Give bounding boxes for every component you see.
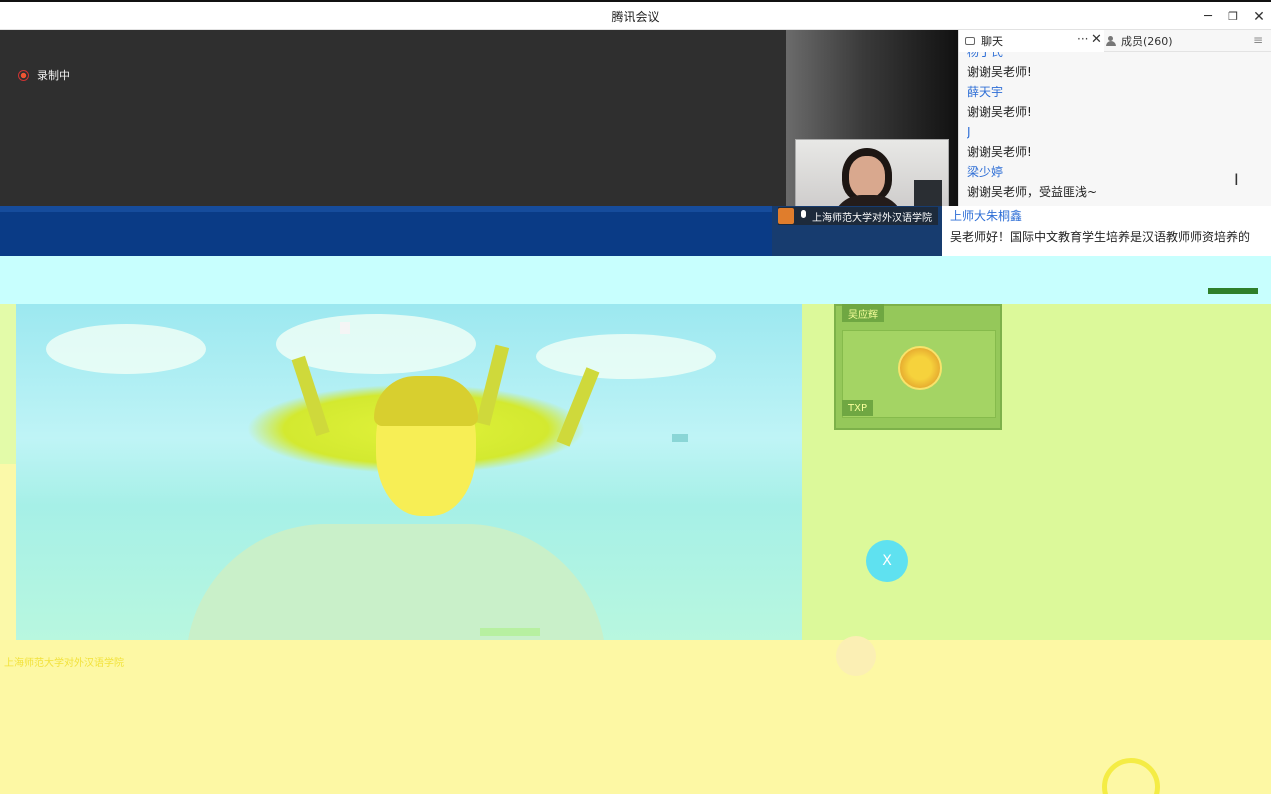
close-circle-button[interactable]: X <box>866 540 908 582</box>
chat-sender-name: 杨丁氏 <box>967 52 1004 59</box>
speaker-name-tag: 上海师范大学对外汉语学院 <box>778 207 938 225</box>
recording-indicator[interactable]: 录制中 <box>18 67 70 83</box>
cloud-shape <box>536 334 716 379</box>
close-chat-icon[interactable]: ✕ <box>1091 32 1102 47</box>
panel-tabs: 聊天 ··· ✕ 成员(260) ≡ <box>959 30 1271 52</box>
side-name-tag: 吴应辉 <box>842 304 884 322</box>
glitch-segment <box>1208 288 1258 294</box>
chat-message-text: 谢谢吴老师，受益匪浅~ <box>967 185 1098 199</box>
bottom-faded-label: 上海师范大学对外汉语学院 <box>4 658 124 669</box>
recording-label: 录制中 <box>37 69 70 82</box>
tencent-meeting-window: 腾讯会议 ─ ❐ ✕ 录制中 聊天 ··· ✕ 成员(260) ≡ 杨丁氏 谢谢… <box>0 0 1271 794</box>
text-cursor-icon: I <box>1234 170 1239 189</box>
tab-members[interactable]: 成员(260) <box>1106 30 1246 52</box>
participant-face <box>849 156 885 198</box>
main-video-area: 录制中 <box>0 30 786 206</box>
chat-message-text: 谢谢吴老师! <box>967 105 1032 119</box>
shared-video-scene <box>16 304 802 640</box>
chat-message-text: 谢谢吴老师! <box>967 145 1032 159</box>
shared-chat-text: 吴老师好！国际中文教育学生培养是汉语教师师资培养的 <box>950 230 1250 244</box>
glitch-bottom-area <box>0 640 1271 794</box>
glitch-band <box>0 256 1271 304</box>
chat-sender-name: 梁少婷 <box>967 165 1004 179</box>
tab-members-label: 成员(260) <box>1121 35 1173 48</box>
chat-icon <box>965 37 975 45</box>
shared-chat-sender: 上师大朱桐鑫 <box>950 209 1023 223</box>
glitch-segment <box>340 322 350 334</box>
speaker-name: 上海师范大学对外汉语学院 <box>812 212 932 224</box>
close-button[interactable]: ✕ <box>1248 7 1270 27</box>
cloud-shape <box>46 324 206 374</box>
chat-sender-name: 薛天宇 <box>967 85 1004 99</box>
shared-screen-band-edge <box>0 206 772 212</box>
thumbnail-wall-frame <box>914 180 942 207</box>
speaker-body-shape <box>186 524 606 640</box>
avatar-icon <box>778 208 794 224</box>
members-icon <box>1106 36 1116 46</box>
side-panel: 聊天 ··· ✕ 成员(260) ≡ 杨丁氏 谢谢吴老师! 薛天宇 谢谢吴老师!… <box>958 30 1271 208</box>
side-name-label: 吴应辉 <box>848 309 878 321</box>
glitch-segment <box>480 628 540 636</box>
more-options-icon[interactable]: ··· <box>1077 32 1088 46</box>
window-title: 腾讯会议 <box>611 10 660 24</box>
tab-chat-label: 聊天 <box>981 35 1003 48</box>
chat-message-list[interactable]: 杨丁氏 谢谢吴老师! 薛天宇 谢谢吴老师! J 谢谢吴老师! 梁少婷 谢谢吴老师… <box>967 52 1267 208</box>
microphone-icon <box>798 210 808 222</box>
side-name-tag: TXP <box>842 400 873 416</box>
glitch-circle-shape <box>836 636 876 676</box>
record-icon <box>18 69 29 81</box>
chat-message-text: 谢谢吴老师! <box>967 65 1032 79</box>
restore-button[interactable]: ❐ <box>1222 7 1244 27</box>
chat-sender-name: J <box>967 125 971 139</box>
side-name-label: TXP <box>848 402 867 414</box>
panel-menu-icon[interactable]: ≡ <box>1253 33 1263 47</box>
logo-badge-icon <box>898 346 942 390</box>
glitch-segment <box>672 434 688 442</box>
participant-video-thumbnail[interactable] <box>795 139 949 208</box>
minimize-button[interactable]: ─ <box>1197 7 1219 27</box>
shared-screen-band <box>0 206 772 256</box>
title-bar: 腾讯会议 ─ ❐ ✕ <box>0 0 1271 30</box>
